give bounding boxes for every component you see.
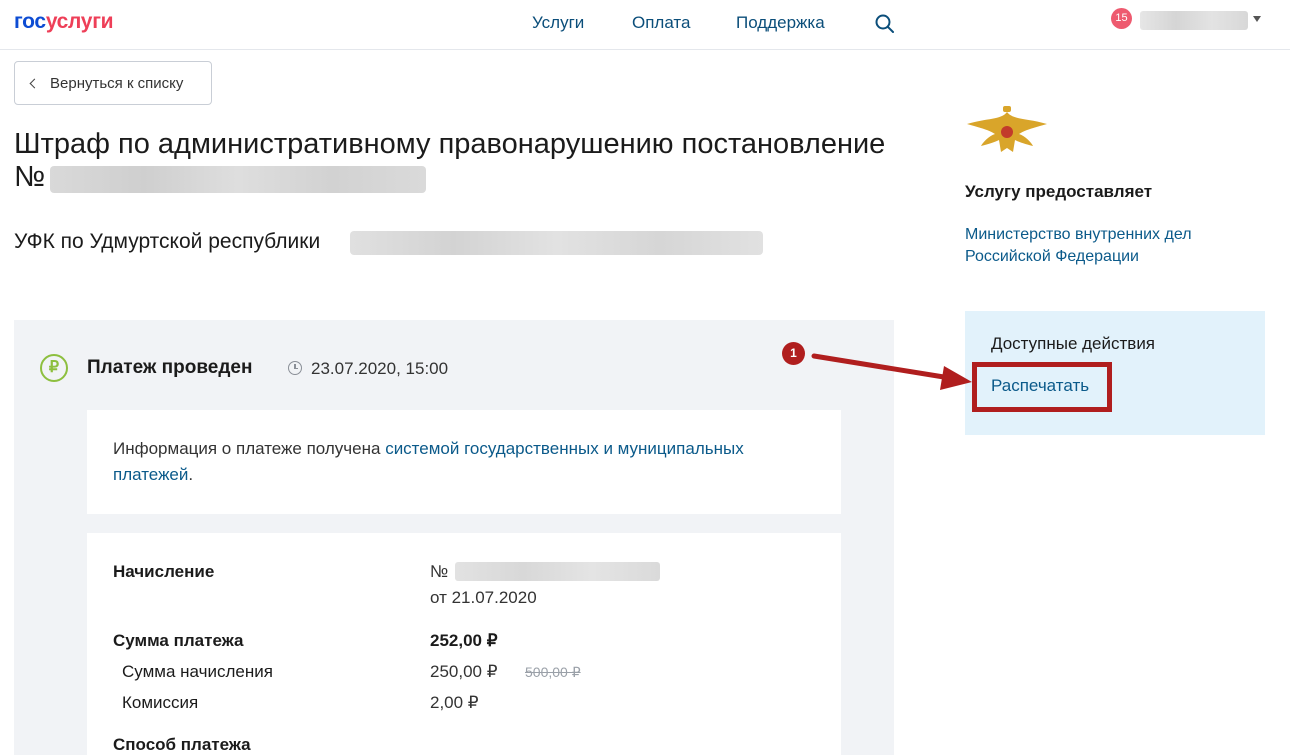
nav-services[interactable]: Услуги (532, 13, 584, 33)
search-icon[interactable] (874, 13, 896, 35)
recipient-name: УФК по Удмуртской республики (14, 230, 321, 253)
back-button-label: Вернуться к списку (50, 74, 184, 92)
total-label: Сумма платежа (113, 631, 244, 650)
gosuslugi-logo[interactable]: госуслуги (14, 10, 114, 34)
accrual-number-prefix: № (430, 562, 449, 581)
clock-icon (288, 361, 302, 375)
annotation-arrow-icon (811, 353, 972, 390)
print-link[interactable]: Распечатать (991, 376, 1089, 396)
top-header: госуслуги Услуги Оплата Поддержка 15 (0, 0, 1290, 50)
step-number-badge: 1 (782, 342, 805, 365)
provider-label: Услугу предоставляет (965, 182, 1153, 201)
accrual-sum-label: Сумма начисления (122, 662, 273, 681)
back-to-list-button[interactable]: Вернуться к списку (14, 61, 212, 105)
user-name-redacted[interactable] (1140, 11, 1248, 30)
info-text: Информация о платеже получена (113, 439, 386, 458)
total-value: 252,00 ₽ (430, 631, 498, 650)
chevron-down-icon[interactable] (1253, 16, 1261, 22)
available-actions-title: Доступные действия (991, 334, 1156, 353)
commission-label: Комиссия (122, 693, 199, 712)
accrual-label: Начисление (113, 562, 215, 581)
payment-method-label: Способ платежа (113, 735, 251, 754)
page-title-line1: Штраф по административному правонарушени… (14, 128, 886, 160)
logo-part-uslugi: услуги (45, 10, 114, 33)
notification-badge[interactable]: 15 (1111, 8, 1132, 29)
payment-status: Платеж проведен (87, 357, 253, 378)
recipient-details-redacted (350, 231, 763, 255)
chevron-left-icon (29, 78, 40, 89)
page-title-number-prefix: № (14, 161, 46, 193)
logo-part-gos: гос (14, 10, 46, 33)
resolution-number-redacted (50, 166, 426, 193)
ruble-icon: ₽ (40, 354, 68, 382)
info-tail: . (188, 465, 194, 484)
provider-link[interactable]: Министерство внутренних дел Российской Ф… (965, 224, 1245, 268)
payment-info-text: Информация о платеже получена системой г… (113, 436, 803, 488)
mvd-emblem-icon (967, 106, 1047, 152)
nav-support[interactable]: Поддержка (736, 13, 825, 33)
commission-value: 2,00 ₽ (430, 693, 479, 712)
accrual-number-redacted (455, 562, 660, 581)
nav-payment[interactable]: Оплата (632, 13, 690, 33)
accrual-sum-old-value: 500,00 ₽ (525, 664, 581, 680)
accrual-date: от 21.07.2020 (430, 588, 537, 607)
payment-datetime: 23.07.2020, 15:00 (311, 359, 449, 378)
accrual-sum-value: 250,00 ₽ (430, 662, 498, 681)
